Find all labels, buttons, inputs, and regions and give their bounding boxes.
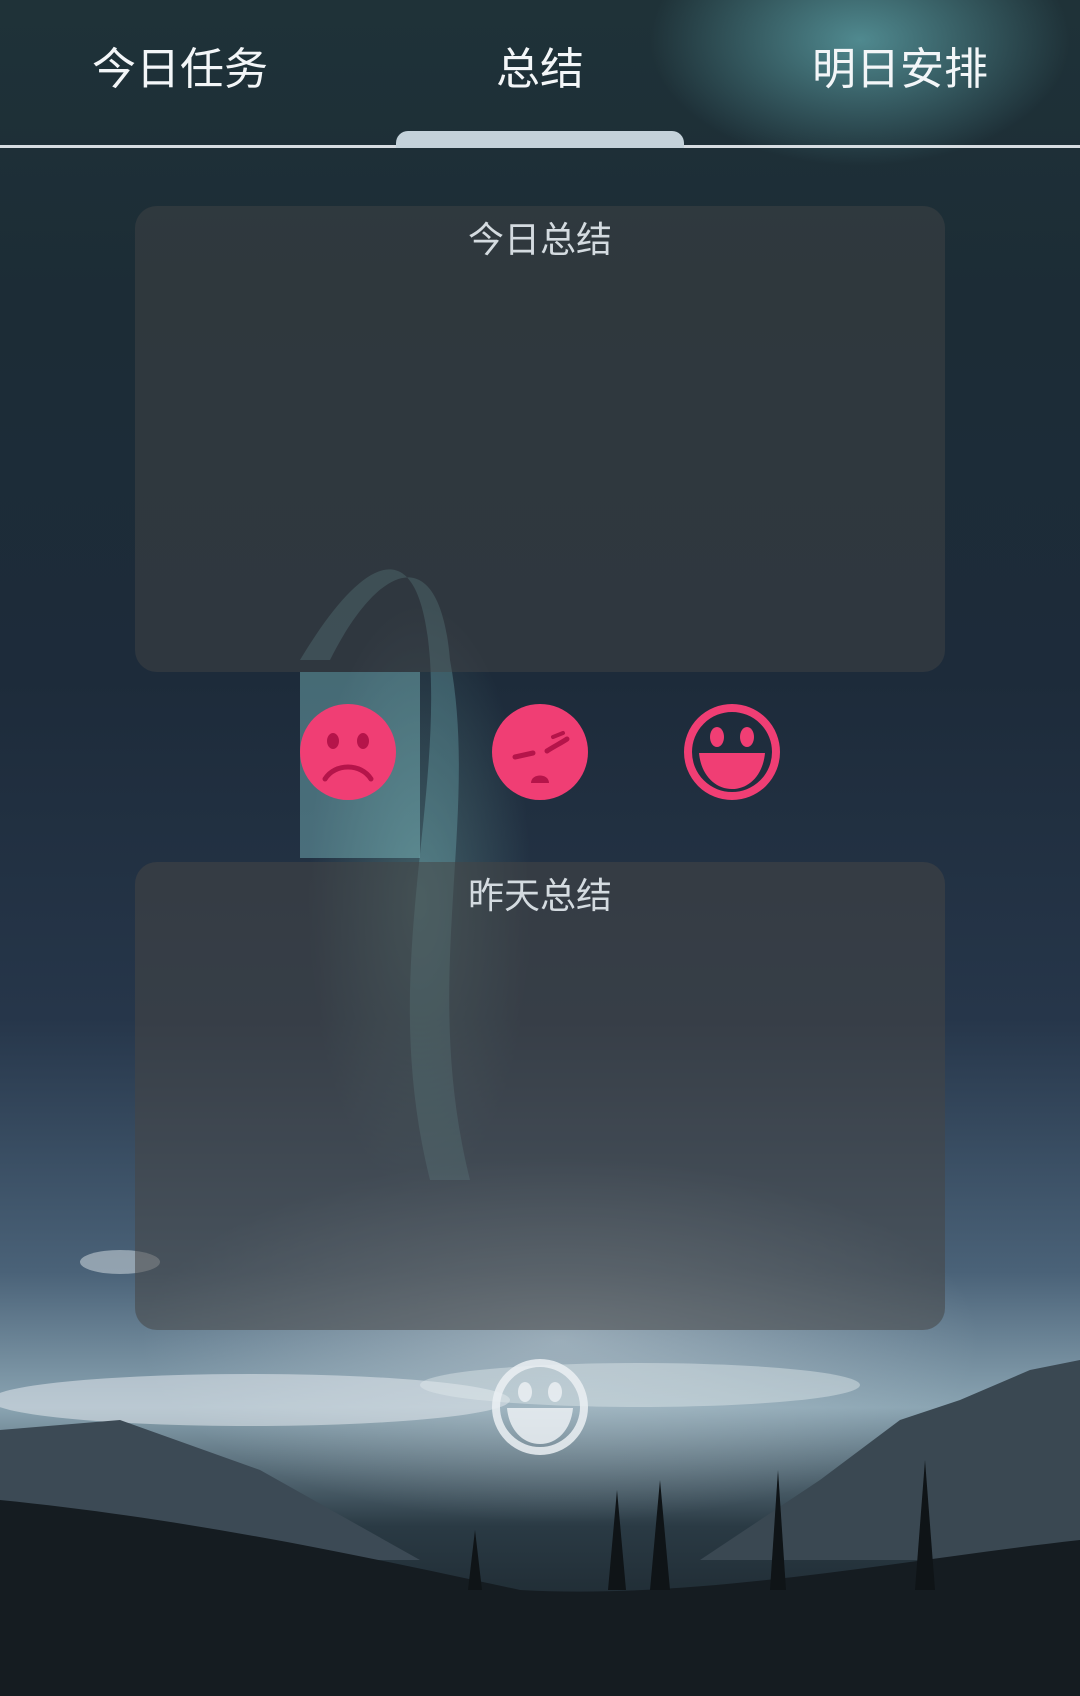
today-summary-title: 今日总结 bbox=[467, 220, 612, 261]
tab-summary[interactable]: 总结 bbox=[420, 38, 660, 102]
tab-today-tasks[interactable]: 今日任务 bbox=[60, 38, 300, 102]
happy-face-icon[interactable] bbox=[683, 703, 781, 801]
tab-tomorrow-plan[interactable]: 明日安排 bbox=[780, 38, 1020, 102]
yesterday-summary-panel: 昨天总结 bbox=[135, 862, 945, 1330]
active-tab-indicator bbox=[396, 131, 684, 148]
yesterday-summary-text bbox=[159, 932, 921, 1306]
today-summary-panel: 今日总结 bbox=[135, 206, 945, 672]
today-summary-input[interactable] bbox=[159, 276, 921, 648]
sad-face-icon[interactable] bbox=[299, 703, 397, 801]
tab-bar: 今日任务 总结 明日安排 bbox=[0, 0, 1080, 148]
tired-face-icon[interactable] bbox=[491, 703, 589, 801]
yesterday-mood-happy-icon bbox=[491, 1358, 589, 1456]
yesterday-summary-title: 昨天总结 bbox=[467, 876, 612, 917]
